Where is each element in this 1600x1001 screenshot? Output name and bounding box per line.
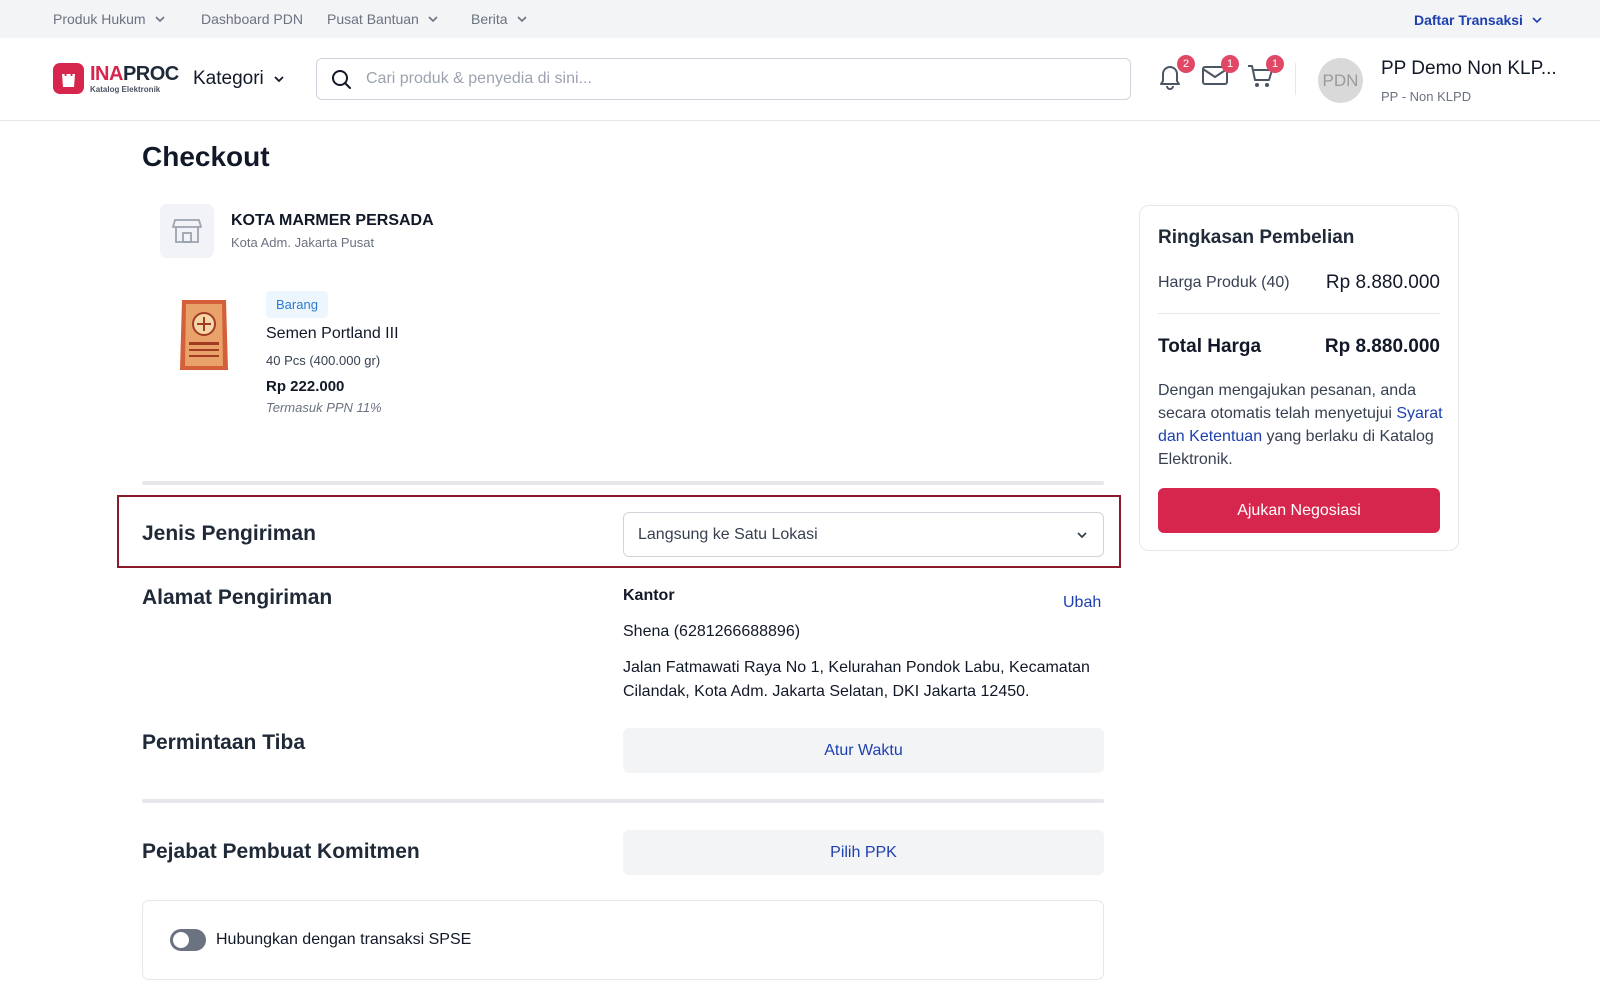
topbar-item-label: Pusat Bantuan <box>327 11 419 27</box>
product-price-value: Rp 8.880.000 <box>1325 272 1440 293</box>
transactions-label: Daftar Transaksi <box>1414 12 1523 28</box>
topbar-item-label: Dashboard PDN <box>201 11 303 27</box>
store-name[interactable]: KOTA MARMER PERSADA <box>231 212 434 230</box>
store-icon <box>160 204 214 258</box>
notification-count-badge: 2 <box>1177 55 1195 73</box>
product-price-label: Harga Produk (40) <box>1158 274 1290 291</box>
toggle-knob <box>173 932 189 948</box>
kategori-label: Kategori <box>193 68 264 89</box>
avatar[interactable]: PDN <box>1318 58 1363 103</box>
search-icon <box>332 69 351 89</box>
topbar-item-dashboard-pdn[interactable]: Dashboard PDN <box>201 11 303 27</box>
top-utility-bar: Produk Hukum Dashboard PDN Pusat Bantuan… <box>0 0 1600 38</box>
chevron-down-icon <box>154 13 166 25</box>
set-time-button[interactable]: Atur Waktu <box>623 728 1104 773</box>
product-tax-note: Termasuk PPN 11% <box>266 400 382 415</box>
terms-note: Dengan mengajukan pesanan, anda secara o… <box>1158 379 1448 471</box>
store-location: Kota Adm. Jakarta Pusat <box>231 235 375 250</box>
arrival-request-label: Permintaan Tiba <box>142 731 305 754</box>
topbar-item-label: Berita <box>471 11 508 27</box>
product-image <box>178 296 230 374</box>
summary-title: Ringkasan Pembelian <box>1158 227 1355 248</box>
kategori-menu[interactable]: Kategori <box>193 68 286 90</box>
product-name[interactable]: Semen Portland III <box>266 325 399 343</box>
shipping-type-value: Langsung ke Satu Lokasi <box>638 525 818 543</box>
submit-negotiation-button[interactable]: Ajukan Negosiasi <box>1158 488 1440 533</box>
user-role: PP - Non KLPD <box>1381 89 1472 104</box>
message-button[interactable]: 1 <box>1201 55 1239 92</box>
page-title: Checkout <box>142 141 270 172</box>
header-separator <box>1295 63 1296 95</box>
section-divider <box>142 799 1104 803</box>
search-box[interactable] <box>316 58 1131 100</box>
summary-divider <box>1158 313 1440 314</box>
chevron-down-icon <box>274 76 284 83</box>
message-count-badge: 1 <box>1221 55 1239 73</box>
topbar-item-label: Produk Hukum <box>53 11 146 27</box>
choose-ppk-button[interactable]: Pilih PPK <box>623 830 1104 875</box>
spse-card: Hubungkan dengan transaksi SPSE <box>142 900 1104 980</box>
logo-subtitle: Katalog Elektronik <box>90 84 161 94</box>
notification-button[interactable]: 2 <box>1157 55 1195 92</box>
address-text: Jalan Fatmawati Raya No 1, Kelurahan Pon… <box>623 659 1090 700</box>
shopping-bag-icon <box>53 63 84 94</box>
shipping-type-select[interactable]: Langsung ke Satu Lokasi <box>623 512 1104 557</box>
chevron-down-icon <box>427 13 439 25</box>
spse-label: Hubungkan dengan transaksi SPSE <box>216 931 472 948</box>
total-price-value: Rp 8.880.000 <box>1324 336 1440 357</box>
inaproc-logo[interactable]: INAPROC Katalog Elektronik <box>53 63 179 94</box>
chevron-down-icon <box>516 13 528 25</box>
search-input[interactable] <box>366 70 1066 88</box>
recipient: Shena (6281266688896) <box>623 623 801 640</box>
product-price: Rp 222.000 <box>266 378 345 395</box>
purchase-summary-card: Ringkasan Pembelian Harga Produk (40) Rp… <box>1139 205 1459 551</box>
product-type-chip: Barang <box>266 291 328 318</box>
terms-note-before: Dengan mengajukan pesanan, anda secara o… <box>1158 382 1416 422</box>
shipping-type-label: Jenis Pengiriman <box>142 522 316 545</box>
topbar-item-pusat-bantuan[interactable]: Pusat Bantuan <box>327 11 439 27</box>
topbar-item-produk-hukum[interactable]: Produk Hukum <box>53 11 166 27</box>
transactions-menu[interactable]: Daftar Transaksi <box>1414 12 1543 28</box>
change-address-link[interactable]: Ubah <box>1063 594 1101 612</box>
user-name[interactable]: PP Demo Non KLP... <box>1381 58 1557 80</box>
cart-count-badge: 1 <box>1266 55 1284 73</box>
chevron-down-icon <box>1531 14 1543 26</box>
commitment-officer-label: Pejabat Pembuat Komitmen <box>142 840 420 863</box>
logo-text-proc: PROC <box>122 62 179 85</box>
logo-text-ina: INA <box>90 62 123 85</box>
shipping-address-label: Alamat Pengiriman <box>142 586 333 609</box>
section-divider <box>142 481 1104 485</box>
cart-button[interactable]: 1 <box>1246 55 1284 92</box>
spse-toggle[interactable] <box>170 929 206 951</box>
chevron-down-icon <box>1077 531 1087 538</box>
address-type: Kantor <box>623 587 675 604</box>
main-header: INAPROC Katalog Elektronik Kategori 2 1 … <box>0 38 1600 121</box>
total-price-label: Total Harga <box>1158 336 1262 357</box>
product-quantity: 40 Pcs (400.000 gr) <box>266 353 381 368</box>
topbar-item-berita[interactable]: Berita <box>471 11 528 27</box>
